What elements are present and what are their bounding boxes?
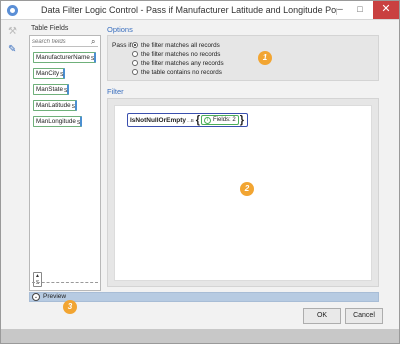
radio-matches-all[interactable]: the filter matches all records	[132, 41, 220, 49]
field-type: S	[60, 72, 64, 78]
left-toolstrip: ⚒ ✎	[1, 21, 25, 291]
pencil-icon[interactable]: ✎	[8, 45, 18, 55]
fields-argument-label: Fields: 2	[213, 117, 236, 123]
preview-label: Preview	[43, 293, 67, 300]
ok-button[interactable]: OK	[303, 308, 341, 324]
radio-matches-any[interactable]: the filter matches any records	[132, 59, 224, 67]
options-section: Pass if: the filter matches all records …	[107, 35, 379, 81]
field-name: ManufacturerName	[36, 54, 90, 61]
pass-if-label: Pass if:	[112, 42, 134, 49]
title-bar: Data Filter Logic Control - Pass if Manu…	[1, 1, 399, 20]
cancel-button[interactable]: Cancel	[345, 308, 383, 324]
filter-section: IsNotNullOrEmpty ...B { i Fields: 2 } 2	[107, 98, 379, 287]
radio-label: the table contains no records	[141, 68, 222, 76]
maximize-button[interactable]: □	[349, 1, 371, 19]
function-name: IsNotNullOrEmpty	[130, 116, 186, 124]
field-item-manstate[interactable]: ManStateS	[33, 84, 70, 95]
field-name: ManLatitude	[36, 102, 71, 109]
radio-selected-icon[interactable]	[132, 42, 138, 48]
radio-label: the filter matches no records	[141, 50, 221, 58]
field-item-manlongitude[interactable]: ManLongitudeS	[33, 116, 83, 127]
app-icon	[7, 5, 18, 16]
list-divider	[32, 282, 98, 283]
function-block-isnotnullorempty[interactable]: IsNotNullOrEmpty ...B { i Fields: 2 }	[127, 113, 248, 127]
radio-matches-none[interactable]: the filter matches no records	[132, 50, 220, 58]
radio-icon[interactable]	[132, 60, 138, 66]
wrench-icon[interactable]: ⚒	[8, 27, 18, 37]
field-list: ManufacturerNameS ManCityS ManStateS Man…	[33, 52, 97, 132]
search-fields-input[interactable]	[32, 38, 98, 47]
table-fields-panel: Table Fields ⌕ ManufacturerNameS ManCity…	[29, 21, 101, 291]
field-item-manlatitude[interactable]: ManLatitudeS	[33, 100, 78, 111]
field-item-mancity[interactable]: ManCityS	[33, 68, 66, 79]
table-fields-list-box: ⌕ ManufacturerNameS ManCityS ManStateS M…	[29, 35, 101, 291]
minimize-button[interactable]: –	[329, 1, 351, 19]
field-name: ManState	[36, 86, 63, 93]
window-title: Data Filter Logic Control - Pass if Manu…	[41, 5, 337, 15]
field-type: S	[90, 56, 95, 62]
preview-bar[interactable]: ⌄ Preview	[29, 292, 379, 302]
radio-icon[interactable]	[132, 51, 138, 57]
search-icon[interactable]: ⌕	[91, 37, 95, 47]
radio-label: the filter matches all records	[141, 41, 220, 49]
sort-fields-button[interactable]: ▲ S	[33, 272, 42, 287]
radio-label: the filter matches any records	[141, 59, 224, 67]
options-title: Options	[107, 25, 133, 34]
field-name: ManLongitude	[36, 118, 76, 125]
open-brace: {	[195, 114, 201, 126]
field-item-manufacturername[interactable]: ManufacturerNameS	[33, 52, 97, 63]
function-return-type: ...B	[186, 117, 194, 123]
dialog-window: Data Filter Logic Control - Pass if Manu…	[0, 0, 400, 344]
fields-argument-chip[interactable]: i Fields: 2	[201, 115, 239, 125]
close-button[interactable]: ✕	[373, 1, 399, 19]
field-type: S	[71, 104, 76, 110]
callout-badge-3: 3	[63, 300, 77, 314]
filter-title: Filter	[107, 87, 124, 96]
info-icon: i	[204, 116, 212, 124]
expand-preview-icon[interactable]: ⌄	[32, 293, 40, 301]
callout-badge-1: 1	[258, 51, 272, 65]
radio-icon[interactable]	[132, 69, 138, 75]
status-bar	[1, 329, 399, 343]
table-fields-title: Table Fields	[31, 25, 69, 32]
close-brace: }	[239, 114, 244, 126]
field-type: S	[63, 88, 68, 94]
filter-canvas[interactable]: IsNotNullOrEmpty ...B { i Fields: 2 } 2	[114, 105, 372, 281]
field-type: S	[76, 120, 81, 126]
radio-table-empty[interactable]: the table contains no records	[132, 68, 222, 76]
callout-badge-2: 2	[240, 182, 254, 196]
field-name: ManCity	[36, 70, 60, 77]
